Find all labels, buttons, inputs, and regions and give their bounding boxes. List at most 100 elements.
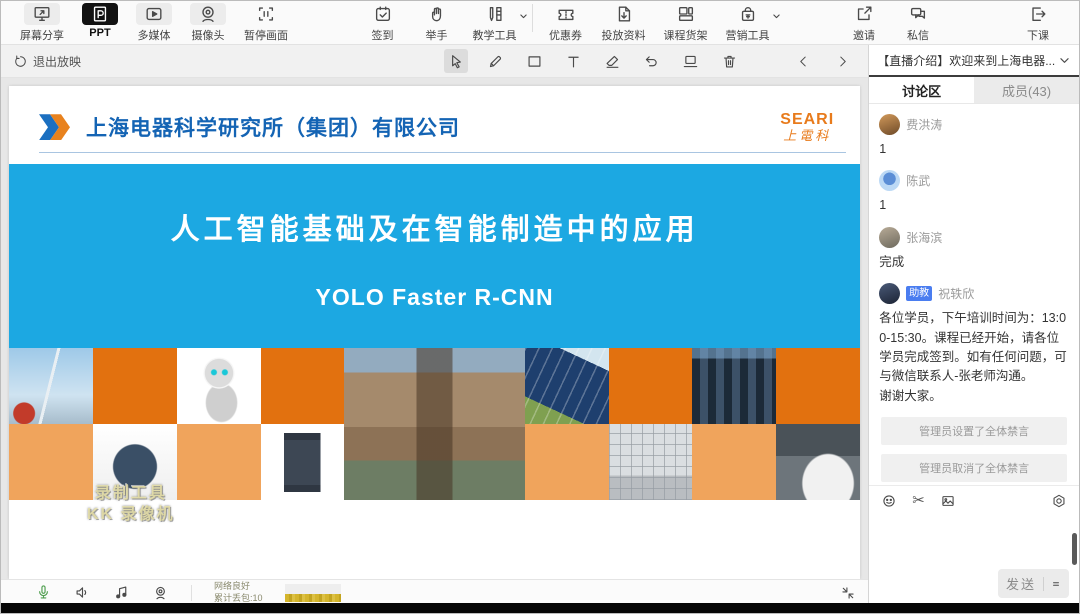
- send-options-icon[interactable]: [1051, 579, 1061, 589]
- chevron-right-icon: [835, 54, 850, 69]
- message-header: 陈武: [879, 170, 1069, 191]
- slide[interactable]: 上海电器科学研究所（集团）有限公司 SEARI 上電科 人工智能基础及在智能制造…: [9, 86, 860, 579]
- sign-in-label: 签到: [372, 27, 394, 43]
- chat-message: 陈武 1: [879, 170, 1069, 215]
- text-tool-button[interactable]: [561, 49, 585, 73]
- pause-screen-label: 暂停画面: [244, 27, 288, 43]
- chat-input-toolbar: ✂: [869, 485, 1079, 515]
- system-message: 管理员设置了全体禁言: [881, 417, 1067, 445]
- slide-canvas: 上海电器科学研究所（集团）有限公司 SEARI 上電科 人工智能基础及在智能制造…: [1, 78, 868, 579]
- pause-screen-icon: [248, 3, 284, 25]
- webcam-icon[interactable]: [152, 584, 169, 601]
- rectangle-tool-button[interactable]: [522, 49, 546, 73]
- microphone-icon[interactable]: [35, 584, 52, 601]
- multimedia-button[interactable]: 多媒体: [127, 0, 181, 45]
- main-row: 退出放映: [1, 45, 1079, 605]
- message-header: 助教 祝轶欣: [879, 283, 1069, 304]
- top-toolbar: 屏幕分享 PPT 多媒体 摄像头: [1, 1, 1079, 45]
- text-icon: [565, 53, 582, 70]
- toolbar-left-group: 屏幕分享 PPT 多媒体 摄像头: [11, 0, 297, 45]
- music-icon[interactable]: [113, 584, 130, 601]
- draw-tools: [444, 49, 854, 73]
- teaching-tools-button[interactable]: 教学工具: [464, 0, 526, 45]
- invite-button[interactable]: 邀请: [837, 0, 891, 45]
- course-shelf-button[interactable]: 课程货架: [655, 0, 717, 45]
- chevron-left-icon: [796, 54, 811, 69]
- sender-name: 张海滨: [906, 229, 942, 246]
- multimedia-icon: [136, 3, 172, 25]
- ppt-icon: [82, 3, 118, 25]
- undo-icon: [643, 53, 660, 70]
- raise-hand-button[interactable]: 举手: [410, 0, 464, 45]
- chat-message: 张海滨 完成: [879, 227, 1069, 272]
- emoji-icon[interactable]: [881, 493, 897, 509]
- tab-members[interactable]: 成员(43): [974, 77, 1079, 103]
- settings-icon[interactable]: [1051, 493, 1067, 509]
- screen-share-button[interactable]: 屏幕分享: [11, 0, 73, 45]
- photo-switchgear-lab: [692, 348, 776, 424]
- ppt-button[interactable]: PPT: [73, 0, 127, 41]
- teaching-tools-icon: [477, 3, 513, 25]
- collapse-icon: [840, 585, 856, 601]
- pause-screen-button[interactable]: 暂停画面: [235, 0, 297, 45]
- private-message-icon: [900, 3, 936, 25]
- toolbar-right-group: 邀请 私信 下课: [837, 0, 1069, 45]
- live-intro-header[interactable]: 【直播介绍】欢迎来到上海电器...: [869, 45, 1079, 77]
- chat-input[interactable]: [869, 515, 1079, 567]
- next-page-button[interactable]: [830, 49, 854, 73]
- exit-presentation-button[interactable]: 退出放映: [1, 53, 81, 70]
- photo-emc-chamber: [609, 424, 693, 500]
- sender-name: 陈武: [906, 172, 930, 189]
- scissors-icon[interactable]: ✂: [912, 493, 925, 508]
- message-header: 张海滨: [879, 227, 1069, 248]
- tab-discussion[interactable]: 讨论区: [869, 77, 974, 103]
- cursor-tool-button[interactable]: [444, 49, 468, 73]
- marketing-tools-button[interactable]: 营销工具: [717, 0, 779, 45]
- camera-button[interactable]: 摄像头: [181, 0, 235, 45]
- status-bar: 网络良好 累计丢包:10: [1, 579, 868, 605]
- camera-icon: [190, 3, 226, 25]
- status-divider: [191, 585, 192, 601]
- speaker-icon[interactable]: [74, 584, 91, 601]
- send-divider: [1043, 577, 1044, 591]
- seari-logo: SEARI 上電科: [780, 112, 834, 142]
- private-message-button[interactable]: 私信: [891, 0, 945, 45]
- collapse-button[interactable]: [840, 585, 856, 601]
- end-class-button[interactable]: 下课: [1011, 0, 1065, 45]
- pen-tool-button[interactable]: [483, 49, 507, 73]
- orange-tile: [9, 424, 93, 500]
- raise-hand-label: 举手: [426, 27, 448, 43]
- recorder-watermark: 录制工具 KK 录像机: [87, 484, 175, 526]
- sign-in-button[interactable]: 签到: [356, 0, 410, 45]
- image-icon[interactable]: [940, 493, 956, 509]
- eraser-tool-button[interactable]: [600, 49, 624, 73]
- exit-presentation-label: 退出放映: [33, 53, 81, 70]
- send-button[interactable]: 发送: [998, 569, 1069, 598]
- logo-subtext: 上電科: [780, 129, 834, 143]
- photo-circuit-breaker: [261, 424, 345, 500]
- trash-icon: [721, 53, 738, 70]
- title-banner: 人工智能基础及在智能制造中的应用 YOLO Faster R-CNN: [9, 164, 860, 348]
- photo-robot: [177, 348, 261, 424]
- avatar: [879, 170, 900, 191]
- coupon-label: 优惠券: [549, 27, 582, 43]
- sign-in-icon: [365, 3, 401, 25]
- message-list[interactable]: 费洪涛 1 陈武 1 张海滨 完成: [869, 104, 1079, 485]
- trash-tool-button[interactable]: [717, 49, 741, 73]
- screen-share-label: 屏幕分享: [20, 27, 64, 43]
- photo-institute-building: [344, 348, 524, 500]
- board-tool-button[interactable]: [678, 49, 702, 73]
- materials-label: 投放资料: [602, 27, 646, 43]
- message-text: 1: [879, 140, 1069, 159]
- photo-solar-panels: [525, 348, 609, 424]
- prev-page-button[interactable]: [791, 49, 815, 73]
- chat-message: 费洪涛 1: [879, 114, 1069, 159]
- photo-collage: [9, 348, 860, 500]
- header-underline: [39, 152, 846, 153]
- send-row: 发送: [869, 567, 1079, 605]
- undo-tool-button[interactable]: [639, 49, 663, 73]
- materials-button[interactable]: 投放资料: [593, 0, 655, 45]
- coupon-button[interactable]: 优惠券: [539, 0, 593, 45]
- avatar: [879, 114, 900, 135]
- chat-scrollbar[interactable]: [1072, 533, 1077, 565]
